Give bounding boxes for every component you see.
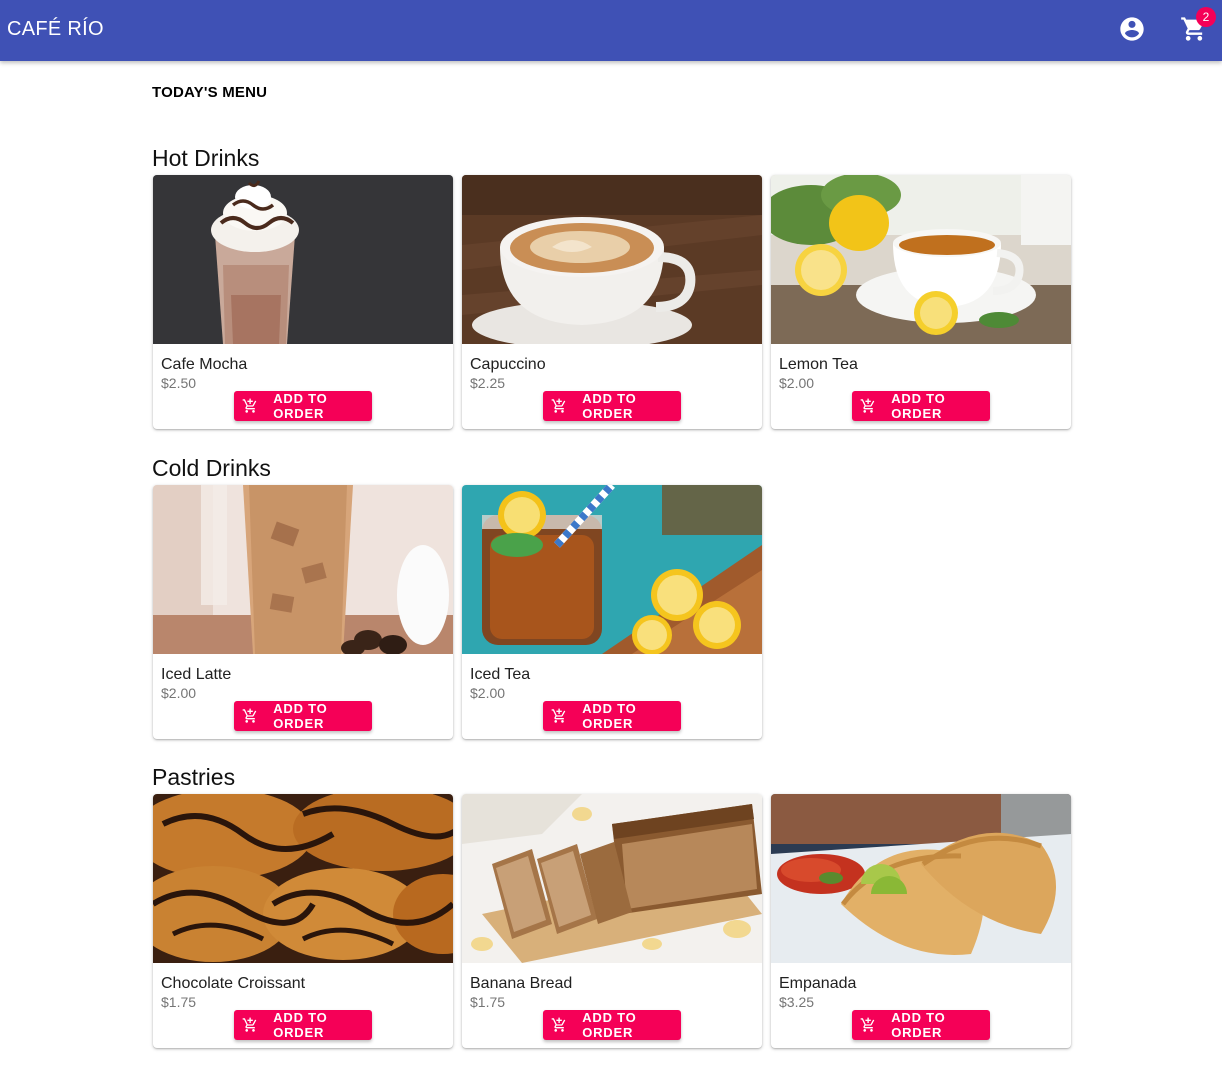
add-to-order-label: ADD TO ORDER xyxy=(273,701,328,731)
add-shopping-cart-icon xyxy=(551,707,567,725)
iced-tea-photo xyxy=(462,485,762,654)
add-to-order-button[interactable]: ADD TO ORDER xyxy=(234,701,372,731)
section-title-pastries: Pastries xyxy=(152,764,236,790)
menu-card-empanada: Empanada $3.25 ADD TO ORDER xyxy=(771,794,1071,1048)
add-to-order-button[interactable]: ADD TO ORDER xyxy=(234,1010,372,1040)
item-price: $2.00 xyxy=(470,685,506,701)
add-shopping-cart-icon xyxy=(242,707,258,725)
item-name: Iced Tea xyxy=(470,666,531,683)
item-price: $1.75 xyxy=(161,994,197,1010)
chocolate-croissant-photo xyxy=(153,794,453,963)
menu-card-iced-latte: Iced Latte $2.00 ADD TO ORDER xyxy=(153,485,453,739)
item-price: $1.75 xyxy=(470,994,506,1010)
add-to-order-button[interactable]: ADD TO ORDER xyxy=(543,1010,681,1040)
item-price: $2.00 xyxy=(161,685,197,701)
add-shopping-cart-icon xyxy=(860,397,876,415)
capuccino-photo xyxy=(462,175,762,344)
menu-card-capuccino: Capuccino $2.25 ADD TO ORDER xyxy=(462,175,762,429)
add-shopping-cart-icon xyxy=(242,1016,258,1034)
cafe-mocha-photo xyxy=(153,175,453,344)
empanada-photo xyxy=(771,794,1071,963)
menu-card-banana-bread: Banana Bread $1.75 ADD TO ORDER xyxy=(462,794,762,1048)
section-title-hot-drinks: Hot Drinks xyxy=(152,145,260,171)
cart-count-badge: 2 xyxy=(1196,7,1216,27)
menu-card-chocolate-croissant: Chocolate Croissant $1.75 ADD TO ORDER xyxy=(153,794,453,1048)
add-to-order-button[interactable]: ADD TO ORDER xyxy=(852,391,990,421)
add-to-order-label: ADD TO ORDER xyxy=(582,701,637,731)
add-shopping-cart-icon xyxy=(551,1016,567,1034)
menu-card-cafe-mocha: Cafe Mocha $2.50 ADD TO ORDER xyxy=(153,175,453,429)
item-name: Chocolate Croissant xyxy=(161,975,306,992)
add-to-order-button[interactable]: ADD TO ORDER xyxy=(234,391,372,421)
banana-bread-photo xyxy=(462,794,762,963)
add-to-order-label: ADD TO ORDER xyxy=(891,391,946,421)
add-to-order-label: ADD TO ORDER xyxy=(273,1010,328,1040)
add-shopping-cart-icon xyxy=(242,397,258,415)
menu-card-lemon-tea: Lemon Tea $2.00 ADD TO ORDER xyxy=(771,175,1071,429)
page-title: TODAY'S MENU xyxy=(152,84,268,101)
item-name: Capuccino xyxy=(470,356,546,373)
item-price: $2.00 xyxy=(779,375,815,391)
app-bar: CAFÉ RÍO 2 xyxy=(0,0,1222,61)
add-to-order-label: ADD TO ORDER xyxy=(891,1010,946,1040)
add-shopping-cart-icon xyxy=(551,397,567,415)
item-name: Lemon Tea xyxy=(779,356,858,373)
section-title-cold-drinks: Cold Drinks xyxy=(152,455,271,481)
item-price: $2.50 xyxy=(161,375,197,391)
menu-card-iced-tea: Iced Tea $2.00 ADD TO ORDER xyxy=(462,485,762,739)
iced-latte-photo xyxy=(153,485,453,654)
add-to-order-label: ADD TO ORDER xyxy=(273,391,328,421)
add-to-order-label: ADD TO ORDER xyxy=(582,1010,637,1040)
item-price: $2.25 xyxy=(470,375,506,391)
brand-title[interactable]: CAFÉ RÍO xyxy=(7,18,104,41)
account-button[interactable] xyxy=(1118,15,1146,43)
item-name: Iced Latte xyxy=(161,666,232,683)
account-circle-icon xyxy=(1120,17,1144,41)
add-to-order-button[interactable]: ADD TO ORDER xyxy=(852,1010,990,1040)
add-to-order-button[interactable]: ADD TO ORDER xyxy=(543,701,681,731)
add-shopping-cart-icon xyxy=(860,1016,876,1034)
item-name: Cafe Mocha xyxy=(161,356,248,373)
item-name: Empanada xyxy=(779,975,857,992)
add-to-order-button[interactable]: ADD TO ORDER xyxy=(543,391,681,421)
lemon-tea-photo xyxy=(771,175,1071,344)
add-to-order-label: ADD TO ORDER xyxy=(582,391,637,421)
item-price: $3.25 xyxy=(779,994,815,1010)
item-name: Banana Bread xyxy=(470,975,573,992)
